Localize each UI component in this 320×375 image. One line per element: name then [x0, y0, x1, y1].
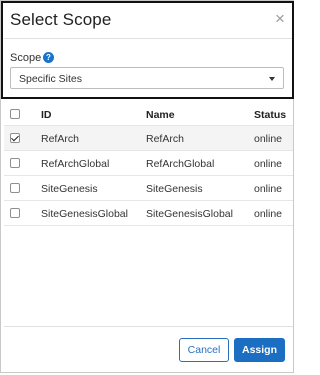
- assign-button[interactable]: Assign: [234, 338, 285, 362]
- table-row[interactable]: SiteGenesisGlobal SiteGenesisGlobal onli…: [4, 201, 293, 226]
- help-icon[interactable]: ?: [43, 52, 54, 63]
- scope-select[interactable]: Specific Sites: [10, 67, 284, 89]
- sites-table: ID Name Status RefArch RefArch online Re…: [4, 102, 293, 226]
- column-header-name: Name: [146, 109, 175, 121]
- dialog-title: Select Scope: [10, 10, 112, 29]
- row-name: RefArchGlobal: [146, 158, 215, 170]
- row-name: RefArch: [146, 133, 184, 145]
- table-header-row: ID Name Status: [4, 102, 293, 126]
- row-checkbox[interactable]: [10, 158, 20, 168]
- row-checkbox[interactable]: [10, 183, 20, 193]
- row-status: online: [254, 158, 283, 170]
- select-scope-dialog: Select Scope × Scope ? Specific Sites ID…: [0, 0, 294, 373]
- cancel-button[interactable]: Cancel: [179, 338, 229, 362]
- column-header-id: ID: [41, 109, 52, 121]
- row-id: SiteGenesis: [41, 183, 98, 195]
- row-id: RefArch: [41, 133, 79, 145]
- row-status: online: [254, 133, 283, 145]
- row-status: online: [254, 208, 283, 220]
- column-header-status: Status: [254, 109, 287, 121]
- row-checkbox[interactable]: [10, 208, 20, 218]
- close-icon[interactable]: ×: [273, 10, 287, 27]
- chevron-down-icon: [269, 77, 275, 81]
- table-row[interactable]: SiteGenesis SiteGenesis online: [4, 176, 293, 201]
- row-id: SiteGenesisGlobal: [41, 208, 128, 220]
- table-row[interactable]: RefArchGlobal RefArchGlobal online: [4, 151, 293, 176]
- row-checkbox[interactable]: [10, 133, 20, 143]
- scope-select-value: Specific Sites: [19, 73, 83, 85]
- footer-divider: [4, 326, 293, 327]
- scope-label: Scope: [10, 52, 42, 64]
- select-all-checkbox[interactable]: [10, 109, 20, 119]
- row-name: SiteGenesis: [146, 183, 203, 195]
- table-row[interactable]: RefArch RefArch online: [4, 126, 293, 151]
- header-divider: [4, 38, 293, 39]
- row-status: online: [254, 183, 283, 195]
- row-name: SiteGenesisGlobal: [146, 208, 233, 220]
- row-id: RefArchGlobal: [41, 158, 110, 170]
